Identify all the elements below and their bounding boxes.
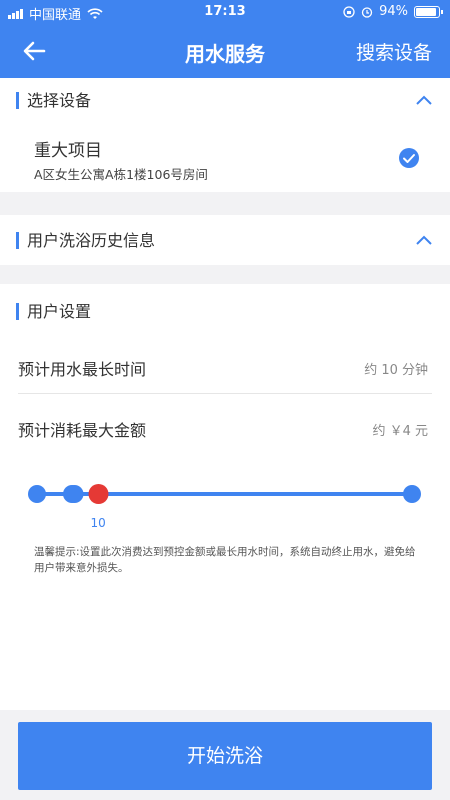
max-cost-label: 预计消耗最大金额 [18, 421, 147, 440]
user-settings-title: 用户设置 [16, 303, 91, 320]
slider-current-value: 10 [90, 516, 106, 530]
device-address: A区女生公寓A栋1楼106号房间 [34, 167, 208, 182]
slider-stop[interactable] [63, 485, 81, 503]
search-device-button[interactable]: 搜索设备 [356, 38, 432, 65]
back-arrow-icon[interactable] [18, 34, 52, 68]
start-bath-button[interactable]: 开始洗浴 [18, 722, 432, 790]
alarm-icon [361, 6, 373, 18]
divider [18, 393, 432, 394]
chevron-up-icon[interactable] [414, 93, 434, 107]
chevron-up-icon[interactable] [414, 233, 434, 247]
header: 中国联通 17:13 94% 用水服务 搜索设备 [0, 0, 450, 78]
device-name[interactable]: 重大项目 [34, 136, 102, 161]
check-circle-icon[interactable] [398, 147, 420, 169]
slider-stop[interactable] [403, 485, 421, 503]
battery-icon [414, 5, 443, 18]
battery-percent: 94% [379, 4, 408, 19]
max-time-value: 约 10 分钟 [364, 363, 428, 378]
status-bar: 中国联通 17:13 94% [0, 0, 450, 24]
select-device-title: 选择设备 [16, 92, 91, 109]
history-title[interactable]: 用户洗浴历史信息 [16, 232, 155, 249]
cost-slider[interactable] [0, 480, 450, 514]
battery-fill [416, 7, 436, 16]
status-right: 94% [343, 4, 443, 19]
lock-rotation-icon [343, 5, 355, 18]
max-time-label: 预计用水最长时间 [18, 360, 147, 379]
slider-thumb[interactable] [88, 484, 109, 504]
slider-stop[interactable] [28, 485, 46, 503]
warm-tip: 温馨提示:设置此次消费达到预控金额或最长用水时间，系统自动终止用水，避免给用户带… [34, 546, 416, 574]
max-cost-value: 约 ￥4 元 [372, 424, 428, 439]
